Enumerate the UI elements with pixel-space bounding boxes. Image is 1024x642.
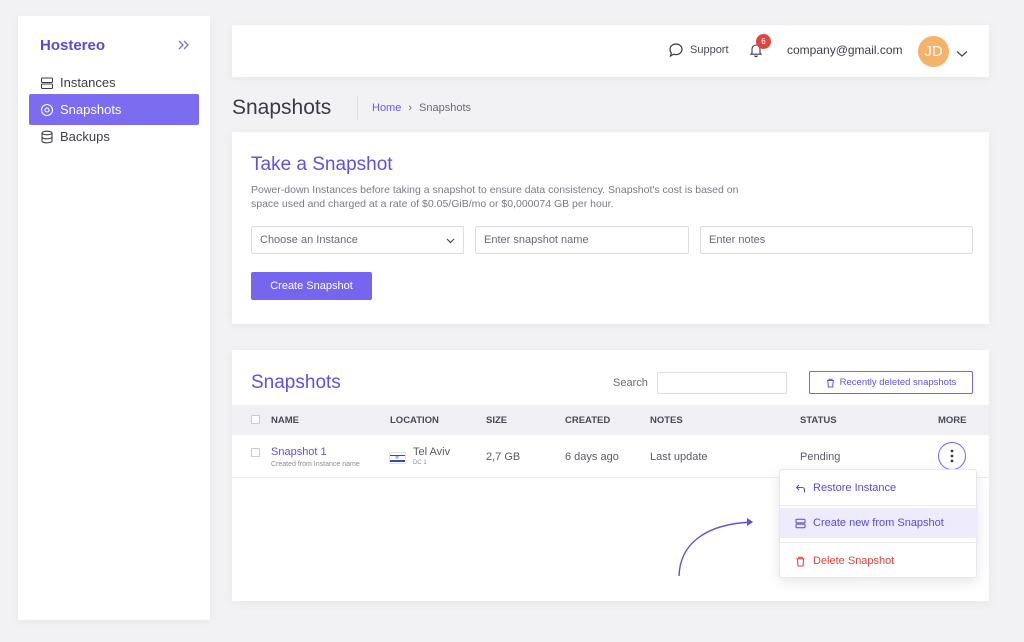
israel-flag-icon: ✡ xyxy=(389,452,406,464)
search-label: Search xyxy=(613,377,648,389)
notes-cell: Last update xyxy=(650,451,708,463)
vertical-dots-icon xyxy=(950,449,954,463)
created-cell: 6 days ago xyxy=(565,451,619,463)
account-email[interactable]: company@gmail.com xyxy=(787,43,903,57)
title-divider xyxy=(357,96,358,120)
take-snapshot-description: Power-down Instances before taking a sna… xyxy=(251,184,739,210)
more-actions-button[interactable] xyxy=(938,442,966,470)
collapse-sidebar-icon[interactable] xyxy=(178,38,190,53)
support-label: Support xyxy=(690,44,729,56)
location-city: Tel Aviv xyxy=(413,446,451,458)
snapshot-name-link[interactable]: Snapshot 1 xyxy=(271,446,360,458)
search-input[interactable] xyxy=(657,372,787,394)
location-cell: Tel Aviv DC 1 xyxy=(413,446,450,466)
instance-select[interactable]: Choose an Instance xyxy=(251,226,464,254)
chevron-down-icon xyxy=(446,235,455,247)
table-header: NAME LOCATION SIZE CREATED NOTES STATUS … xyxy=(232,405,989,435)
row-checkbox[interactable] xyxy=(251,448,260,457)
sidebar-item-label: Backups xyxy=(60,129,110,144)
delete-snapshot-label: Delete Snapshot xyxy=(813,555,895,567)
select-all-checkbox[interactable] xyxy=(251,415,260,424)
chevron-right-icon: › xyxy=(408,102,413,114)
take-snapshot-card: Take a Snapshot Power-down Instances bef… xyxy=(232,132,989,324)
sidebar-item-backups[interactable]: Backups xyxy=(29,121,199,152)
sidebar: Hostereo Instances Snapshots Backups xyxy=(18,16,210,620)
trash-icon xyxy=(796,556,805,567)
brand-logo[interactable]: Hostereo xyxy=(40,37,105,54)
notes-placeholder: Enter notes xyxy=(709,234,766,246)
instance-select-value: Choose an Instance xyxy=(260,234,358,246)
sidebar-item-label: Snapshots xyxy=(60,102,122,117)
snapshot-name-input[interactable]: Enter snapshot name xyxy=(475,226,689,254)
page-title: Snapshots xyxy=(232,96,332,119)
delete-snapshot-menu-item[interactable]: Delete Snapshot xyxy=(780,546,978,576)
notes-input[interactable]: Enter notes xyxy=(700,226,973,254)
column-notes[interactable]: NOTES xyxy=(650,415,683,426)
snapshot-subtitle: Created from Instance name xyxy=(271,461,360,468)
trash-icon xyxy=(826,378,834,387)
top-bar: Support 6 company@gmail.com JD xyxy=(232,25,989,77)
status-cell: Pending xyxy=(800,451,841,463)
location-datacenter: DC 1 xyxy=(413,460,427,466)
snapshots-table-title: Snapshots xyxy=(251,372,341,393)
breadcrumb: Home › Snapshots xyxy=(372,102,471,114)
snapshot-name-placeholder: Enter snapshot name xyxy=(484,234,589,246)
take-snapshot-title: Take a Snapshot xyxy=(251,154,393,175)
restore-instance-label: Restore Instance xyxy=(813,482,897,494)
column-more: MORE xyxy=(938,415,967,426)
column-name[interactable]: NAME xyxy=(271,415,299,426)
breadcrumb-home-link[interactable]: Home xyxy=(372,102,401,114)
snapshot-name-cell: Snapshot 1 Created from Instance name xyxy=(271,446,360,468)
support-link[interactable]: Support xyxy=(668,42,729,58)
restore-instance-menu-item[interactable]: Restore Instance xyxy=(780,473,978,503)
notification-count-badge: 6 xyxy=(756,34,771,49)
recently-deleted-label: Recently deleted snapshots xyxy=(839,377,957,388)
more-actions-menu: Restore Instance Create new from Snapsho… xyxy=(779,469,978,578)
server-icon xyxy=(795,518,806,528)
disc-icon xyxy=(40,103,54,116)
server-icon xyxy=(40,76,54,89)
sidebar-item-label: Instances xyxy=(60,75,116,90)
undo-arrow-icon xyxy=(795,484,806,492)
column-status[interactable]: STATUS xyxy=(800,415,837,426)
breadcrumb-current: Snapshots xyxy=(419,102,471,114)
avatar[interactable]: JD xyxy=(918,36,949,67)
size-cell: 2,7 GB xyxy=(486,451,521,463)
create-from-snapshot-label: Create new from Snapshot xyxy=(813,517,944,529)
column-location[interactable]: LOCATION xyxy=(390,415,439,426)
chat-bubble-icon xyxy=(669,43,683,58)
menu-divider xyxy=(780,505,978,506)
menu-divider xyxy=(780,542,978,543)
database-icon xyxy=(41,130,53,143)
column-created[interactable]: CREATED xyxy=(565,415,610,426)
create-from-snapshot-menu-item[interactable]: Create new from Snapshot xyxy=(780,508,978,538)
create-snapshot-button[interactable]: Create Snapshot xyxy=(251,272,372,300)
pointer-arrow-icon xyxy=(678,518,753,577)
recently-deleted-button[interactable]: Recently deleted snapshots xyxy=(809,371,973,394)
notifications-button[interactable]: 6 xyxy=(748,34,771,63)
chevron-down-icon[interactable] xyxy=(956,45,968,63)
column-size[interactable]: SIZE xyxy=(486,415,507,426)
